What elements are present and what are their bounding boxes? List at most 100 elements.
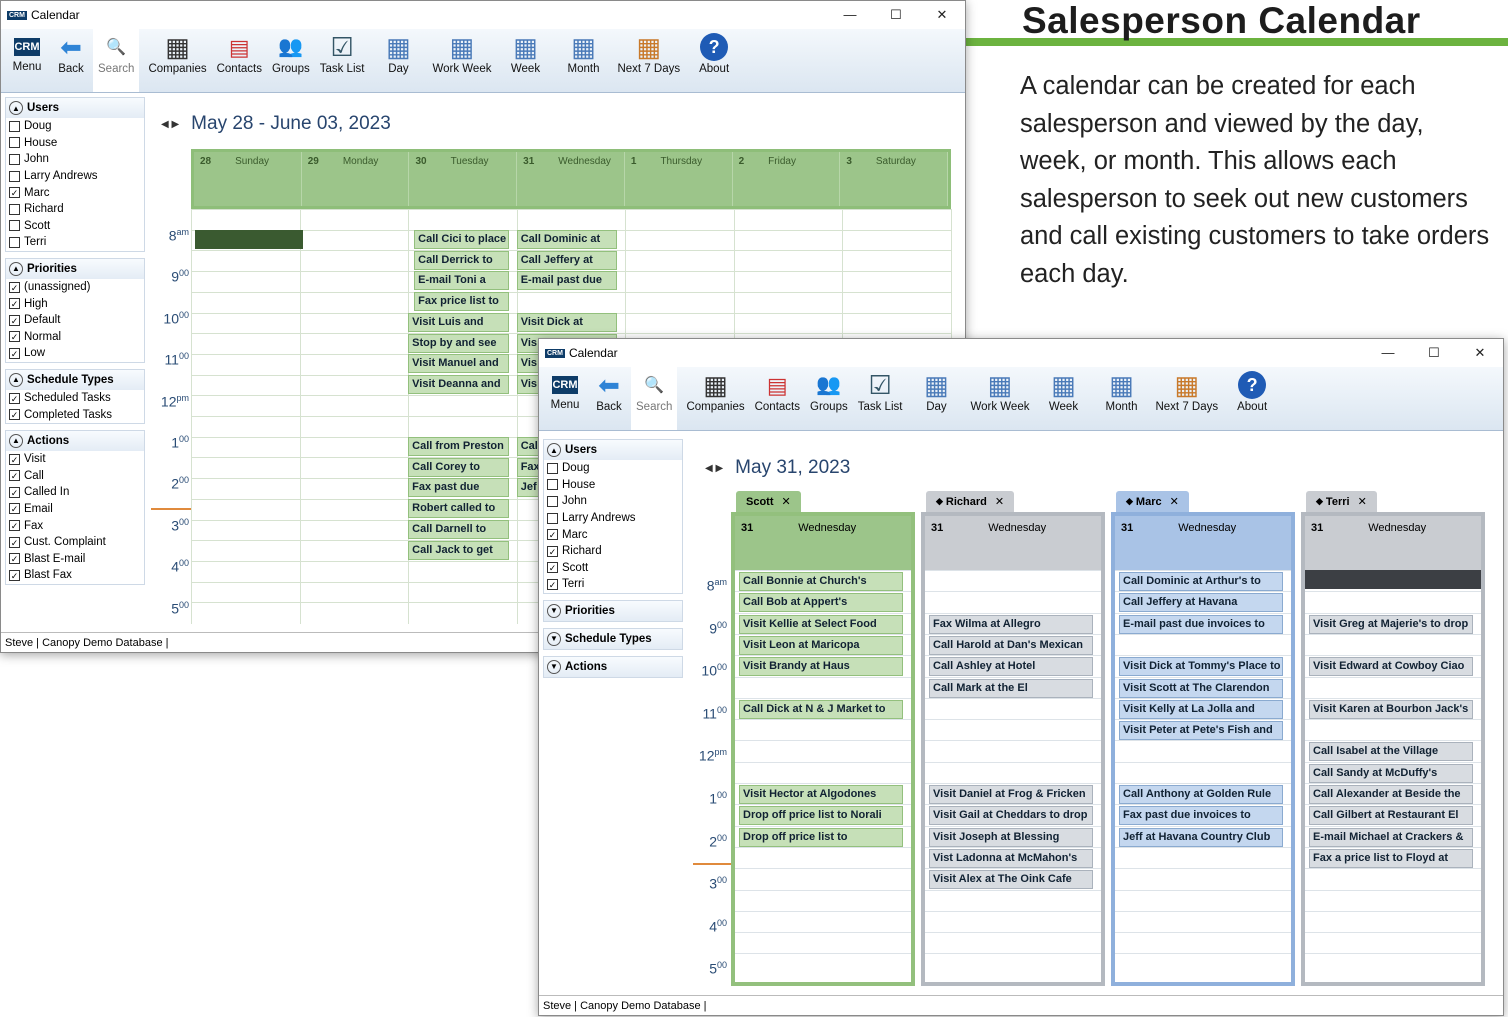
users-header[interactable]: ▲ Users (544, 440, 682, 460)
schedule-types-header[interactable]: ▼ Schedule Types (544, 628, 682, 649)
checkbox[interactable] (9, 120, 20, 132)
groups-button[interactable]: 👥 Groups (805, 367, 853, 414)
event-item[interactable]: Drop off price list to (739, 827, 903, 847)
prev-next-icon[interactable]: ◀ ▶ (705, 463, 723, 474)
event-item[interactable]: Call Dick at N & J Market to (739, 699, 903, 719)
event-item[interactable]: Visit Kellie at Select Food (739, 614, 903, 634)
checkbox[interactable] (547, 512, 558, 524)
about-button[interactable]: ? About (1223, 367, 1281, 414)
event-item[interactable]: Visit Leon at Maricopa (739, 635, 903, 655)
checkbox[interactable]: ✓ (9, 409, 20, 421)
checkbox-item[interactable]: Larry Andrews (544, 510, 682, 527)
checkbox[interactable]: ✓ (9, 569, 20, 581)
person-tab-richard[interactable]: ◆ Richard ✕ (926, 491, 1015, 512)
checkbox-item[interactable]: ✓ Scott (544, 560, 682, 577)
checkbox-item[interactable]: ✓ Default (6, 312, 144, 329)
event-item[interactable]: Call Cici to place (414, 230, 509, 249)
pin-icon[interactable]: ◆ (1316, 496, 1323, 507)
event-item[interactable]: Call Isabel at the Village (1309, 742, 1473, 762)
day-button[interactable]: ▦ Day (369, 29, 427, 76)
checkbox-item[interactable]: ✓ Call (6, 468, 144, 485)
actions-header[interactable]: ▼ Actions (544, 656, 682, 677)
checkbox-item[interactable]: Larry Andrews (6, 168, 144, 185)
close-tab-icon[interactable]: ✕ (782, 495, 791, 508)
checkbox[interactable]: ✓ (9, 536, 20, 548)
event-item[interactable]: Visit Kelly at La Jolla and (1119, 699, 1283, 719)
event-item[interactable]: Call Jeffery at Havana (1119, 593, 1283, 613)
priorities-header[interactable]: ▼ Priorities (544, 600, 682, 621)
task-list-button[interactable]: ☑ Task List (853, 367, 908, 414)
prev-next-icon[interactable]: ◀ ▶ (161, 119, 179, 130)
groups-button[interactable]: 👥 Groups (267, 29, 315, 76)
chevron-icon[interactable]: ▲ (9, 372, 23, 387)
minimize-button[interactable]: — (827, 7, 873, 23)
event-item[interactable]: Visit Dick at (516, 312, 618, 332)
event-item[interactable]: Call Dominic at (516, 230, 618, 249)
checkbox[interactable]: ✓ (9, 553, 20, 565)
event-item[interactable]: Visit Hector at Algodones (739, 785, 903, 804)
week-button[interactable]: ▦ Week (496, 29, 554, 76)
event-item[interactable]: Robert called to (408, 499, 509, 519)
checkbox-item[interactable]: Scott (6, 218, 144, 235)
event-item[interactable]: Visit Edward at Cowboy Ciao (1309, 657, 1473, 677)
checkbox[interactable] (547, 479, 558, 491)
event-item[interactable]: Call Jeffery at (516, 250, 618, 270)
event-item[interactable]: Visit Karen at Bourbon Jack's (1309, 699, 1473, 719)
checkbox[interactable] (9, 203, 20, 215)
day-header[interactable]: 30 Tuesday (409, 152, 518, 206)
event-item[interactable]: Stop by and see (408, 333, 509, 353)
event-item[interactable]: Call Sandy at McDuffy's (1309, 763, 1473, 783)
event-item[interactable]: E-mail past due invoices to (1119, 614, 1283, 634)
checkbox-item[interactable]: ✓ Marc (6, 184, 144, 201)
search-button[interactable]: 🔍 Search (93, 29, 140, 92)
event-item[interactable]: Call Darnell to (408, 519, 509, 539)
close-button[interactable]: ✕ (919, 7, 965, 23)
checkbox-item[interactable]: House (6, 135, 144, 152)
checkbox[interactable] (547, 495, 558, 507)
menu-button[interactable]: CRM Menu (5, 29, 49, 74)
event-item[interactable]: Call Gilbert at Restaurant El (1309, 806, 1473, 826)
event-item[interactable]: Visit Manuel and (408, 354, 509, 374)
event-item[interactable]: Fax past due invoices to (1119, 806, 1283, 826)
users-header[interactable]: ▲ Users (6, 98, 144, 118)
checkbox-item[interactable]: ✓ Low (6, 345, 144, 362)
checkbox-item[interactable]: House (544, 477, 682, 494)
checkbox[interactable]: ✓ (9, 187, 20, 199)
checkbox-item[interactable]: Richard (6, 201, 144, 218)
checkbox-item[interactable]: ✓ High (6, 295, 144, 312)
next-7-days-button[interactable]: ▦ Next 7 Days (1150, 367, 1223, 414)
event-item[interactable]: Visit Daniel at Frog & Fricken (929, 785, 1093, 804)
event-item[interactable]: Call Mark at the El (929, 678, 1093, 698)
checkbox[interactable]: ✓ (547, 529, 558, 541)
checkbox-item[interactable]: ✓ Terri (544, 576, 682, 593)
checkbox[interactable] (9, 153, 20, 165)
event-item[interactable]: Call Bonnie at Church's (739, 572, 903, 591)
close-button[interactable]: ✕ (1457, 345, 1503, 361)
checkbox[interactable] (9, 236, 20, 248)
work-week-button[interactable]: ▦ Work Week (965, 367, 1034, 414)
day-header[interactable]: 2 Friday (733, 152, 841, 206)
event-item[interactable]: Call Derrick to (414, 250, 509, 270)
event-item[interactable]: Vist Ladonna at McMahon's (929, 848, 1093, 868)
checkbox-item[interactable]: ✓ (unassigned) (6, 279, 144, 296)
next-7-days-button[interactable]: ▦ Next 7 Days (612, 29, 685, 76)
event-item[interactable]: Call Alexander at Beside the (1309, 785, 1473, 804)
chevron-icon[interactable]: ▲ (9, 261, 23, 276)
checkbox[interactable]: ✓ (547, 562, 558, 574)
event-item[interactable]: Fax past due (408, 478, 509, 498)
event-item[interactable]: E-mail past due (516, 271, 618, 291)
checkbox[interactable]: ✓ (9, 392, 20, 404)
event-item[interactable]: Call Bob at Appert's (739, 593, 903, 613)
person-tab-scott[interactable]: Scott ✕ (736, 491, 801, 512)
checkbox-item[interactable]: Doug (544, 460, 682, 477)
checkbox-item[interactable]: ✓ Scheduled Tasks (6, 390, 144, 407)
checkbox-item[interactable]: ✓ Cust. Complaint (6, 534, 144, 551)
checkbox[interactable] (9, 170, 20, 182)
work-week-button[interactable]: ▦ Work Week (427, 29, 496, 76)
person-tab-marc[interactable]: ◆ Marc ✕ (1116, 491, 1189, 512)
companies-button[interactable]: ▦ Companies (681, 367, 749, 414)
day-header[interactable]: 31 Wednesday (517, 152, 625, 206)
event-item[interactable]: Visit Greg at Majerie's to drop (1309, 614, 1473, 634)
event-item[interactable]: Call Ashley at Hotel (929, 657, 1093, 677)
event-item[interactable]: Call Harold at Dan's Mexican (929, 635, 1093, 655)
